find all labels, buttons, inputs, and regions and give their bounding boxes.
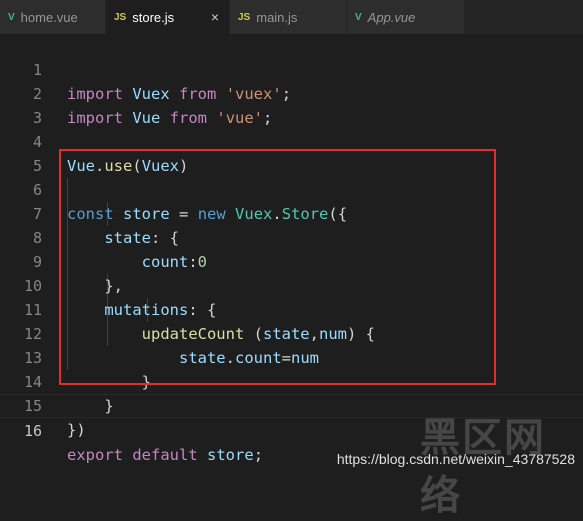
code-line: 3 (0, 82, 583, 127)
tab-label: main.js (256, 9, 298, 25)
code-line: 2 import Vue from 'vue'; (0, 58, 583, 127)
vue-file-icon: V (355, 11, 362, 23)
code-line: 4 Vue.use(Vuex) (0, 106, 583, 175)
editor-tab-bar: V home.vue JS store.js × JS main.js V Ap… (0, 0, 583, 34)
code-line: 1 import Vuex from 'vuex'; (0, 34, 583, 103)
js-file-icon: JS (114, 11, 127, 23)
close-icon[interactable]: × (211, 9, 219, 25)
tab-store-js[interactable]: JS store.js × (106, 0, 230, 34)
line-number: 16 (23, 422, 42, 440)
tab-main-js[interactable]: JS main.js (230, 0, 347, 34)
js-file-icon: JS (238, 11, 251, 23)
tab-label: store.js (132, 9, 175, 25)
tab-label: home.vue (20, 9, 78, 25)
watermark-url: https://blog.csdn.net/weixin_43787528 (336, 451, 575, 467)
tab-label: App.vue (367, 9, 416, 25)
highlight-box (59, 149, 496, 385)
vue-file-icon: V (8, 11, 15, 23)
tab-app-vue[interactable]: V App.vue (347, 0, 465, 34)
tab-home-vue[interactable]: V home.vue (0, 0, 106, 34)
